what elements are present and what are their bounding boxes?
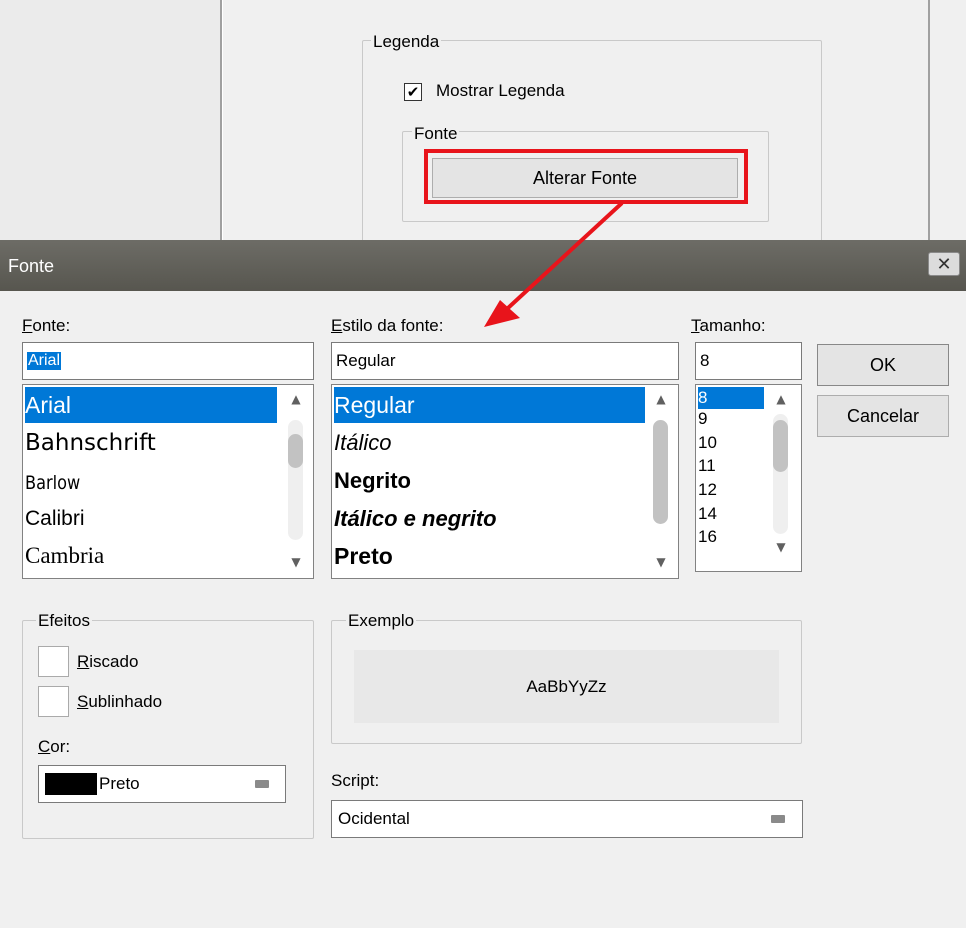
annotation-arrow (484, 201, 624, 327)
arrow-icon (506, 201, 624, 310)
